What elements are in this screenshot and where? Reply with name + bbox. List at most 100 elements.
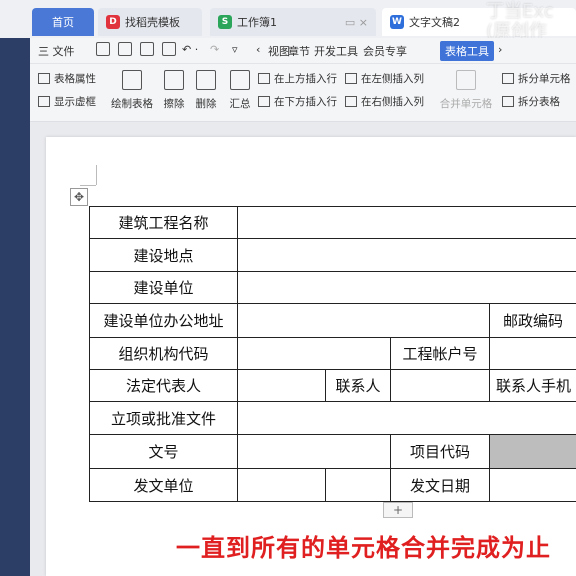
insert-right-button[interactable]: 在右侧插入列 xyxy=(345,94,424,109)
table-cell[interactable]: 建筑工程名称 xyxy=(89,206,238,239)
insert-below-icon xyxy=(258,96,270,107)
insert-below-label: 在下方插入行 xyxy=(274,96,337,108)
tab-document-label: 文字文稿2 xyxy=(409,16,460,29)
table-cell[interactable]: 法定代表人 xyxy=(89,369,238,402)
export-icon[interactable] xyxy=(118,42,132,56)
draw-table-label: 绘制表格 xyxy=(111,98,153,110)
erase-label: 擦除 xyxy=(163,98,185,110)
table-cell[interactable]: 建设单位办公地址 xyxy=(89,303,238,338)
table-cell[interactable]: 邮政编码 xyxy=(489,303,576,338)
watermark: 丁当Exc (原创作 xyxy=(486,1,554,42)
delete-table-icon xyxy=(196,70,216,90)
tab-workbook[interactable]: S 工作簿1 ▭ × xyxy=(210,8,376,36)
table-cell[interactable]: 项目代码 xyxy=(390,434,490,469)
summary-label: 汇总 xyxy=(229,98,251,110)
table-cell-selected[interactable] xyxy=(489,434,576,469)
table-cell[interactable] xyxy=(489,468,576,502)
menu-bar: 三 文件 ↶ · ↷ ▿ ‹ 视图 章节 开发工具 会员专享 表格工具 › xyxy=(30,38,576,64)
menu-developer[interactable]: 开发工具 xyxy=(314,43,358,59)
table-cell[interactable]: 联系人手机 xyxy=(489,369,576,402)
insert-left-label: 在左侧插入列 xyxy=(361,73,424,85)
insert-above-button[interactable]: 在上方插入行 xyxy=(258,71,337,86)
merge-cells-button[interactable]: 合并单元格 xyxy=(436,70,496,111)
insert-right-label: 在右侧插入列 xyxy=(361,96,424,108)
file-menu[interactable]: 三 文件 xyxy=(38,43,75,59)
insert-above-label: 在上方插入行 xyxy=(274,73,337,85)
table-properties-label: 表格属性 xyxy=(54,73,96,85)
delete-label: 删除 xyxy=(195,98,217,110)
insert-above-icon xyxy=(258,73,270,84)
show-gridlines-label: 显示虚框 xyxy=(54,96,96,108)
table-properties-button[interactable]: 表格属性 xyxy=(38,71,96,86)
form-table: 建筑工程名称 建设地点 建设单位 建设单位办公地址 邮政编码 组织机构代码 工程… xyxy=(89,206,576,502)
print-icon[interactable] xyxy=(140,42,154,56)
split-cells-icon xyxy=(502,73,514,84)
table-properties-icon xyxy=(38,73,50,84)
insert-below-button[interactable]: 在下方插入行 xyxy=(258,94,337,109)
preview-icon[interactable] xyxy=(162,42,176,56)
merge-cells-label: 合并单元格 xyxy=(439,98,493,110)
tab-template-label: 找稻壳模板 xyxy=(125,16,180,29)
split-table-label: 拆分表格 xyxy=(518,96,560,108)
tab-workbook-label: 工作簿1 xyxy=(237,16,277,29)
table-cell[interactable]: 建设单位 xyxy=(89,271,238,304)
table-cell[interactable] xyxy=(237,337,391,370)
table-cell[interactable] xyxy=(237,434,391,469)
table-cell[interactable]: 立项或批准文件 xyxy=(89,401,238,435)
split-table-button[interactable]: 拆分表格 xyxy=(502,94,560,109)
margin-mark xyxy=(80,185,96,186)
menu-chapter[interactable]: 章节 xyxy=(288,43,310,59)
table-move-handle-icon[interactable]: ✥ xyxy=(70,188,88,206)
table-cell[interactable] xyxy=(237,468,326,502)
insert-left-icon xyxy=(345,73,357,84)
draw-table-button[interactable]: 绘制表格 xyxy=(110,70,154,111)
table-cell[interactable]: 文号 xyxy=(89,434,238,469)
table-cell[interactable]: 工程帐户号 xyxy=(390,337,490,370)
gridlines-icon xyxy=(38,96,50,107)
tab-table-tools[interactable]: 表格工具 xyxy=(440,41,494,61)
summary-icon xyxy=(230,70,250,90)
table-cell[interactable]: 建设地点 xyxy=(89,238,238,272)
split-cells-label: 拆分单元格 xyxy=(518,73,571,85)
tab-home[interactable]: 首页 xyxy=(32,8,94,36)
merge-cells-icon xyxy=(456,70,476,90)
undo-icon[interactable]: ↶ · xyxy=(182,43,198,56)
writer-icon: W xyxy=(390,15,404,29)
nav-right-icon[interactable]: › xyxy=(498,43,502,56)
spreadsheet-icon: S xyxy=(218,15,232,29)
table-cell[interactable] xyxy=(237,271,576,304)
show-gridlines-button[interactable]: 显示虚框 xyxy=(38,94,96,109)
summary-button[interactable]: 汇总 xyxy=(218,70,262,111)
table-cell[interactable] xyxy=(325,468,391,502)
tab-template[interactable]: D 找稻壳模板 xyxy=(98,8,202,36)
table-cell[interactable]: 发文日期 xyxy=(390,468,490,502)
table-cell[interactable] xyxy=(489,337,576,370)
table-cell[interactable] xyxy=(237,369,326,402)
draw-table-icon xyxy=(122,70,142,90)
table-cell[interactable] xyxy=(237,206,576,239)
tab-home-label: 首页 xyxy=(52,16,74,29)
dropdown-icon[interactable]: ▿ xyxy=(232,43,238,56)
menu-view[interactable]: 视图 xyxy=(268,43,290,59)
add-row-plus-icon[interactable]: + xyxy=(383,502,413,518)
table-cell[interactable] xyxy=(237,401,576,435)
ribbon: 表格属性 显示虚框 绘制表格 擦除 删除 汇总 在上方插入行 在下方插入行 在左… xyxy=(30,64,576,122)
table-cell[interactable] xyxy=(237,303,490,338)
table-cell[interactable] xyxy=(390,369,490,402)
menu-member[interactable]: 会员专享 xyxy=(363,43,407,59)
table-cell[interactable] xyxy=(237,238,576,272)
subtitle-caption: 一直到所有的单元格合并完成为止 xyxy=(176,534,551,562)
insert-left-button[interactable]: 在左侧插入列 xyxy=(345,71,424,86)
docer-icon: D xyxy=(106,15,120,29)
split-cells-button[interactable]: 拆分单元格 xyxy=(502,71,571,86)
table-cell[interactable]: 组织机构代码 xyxy=(89,337,238,370)
save-icon[interactable] xyxy=(96,42,110,56)
margin-mark xyxy=(96,165,97,185)
monitor-icon[interactable]: ▭ × xyxy=(345,16,368,29)
nav-left-icon[interactable]: ‹ xyxy=(256,43,260,56)
insert-right-icon xyxy=(345,96,357,107)
table-cell[interactable]: 发文单位 xyxy=(89,468,238,502)
table-cell[interactable]: 联系人 xyxy=(325,369,391,402)
split-table-icon xyxy=(502,96,514,107)
redo-icon[interactable]: ↷ xyxy=(210,43,219,56)
